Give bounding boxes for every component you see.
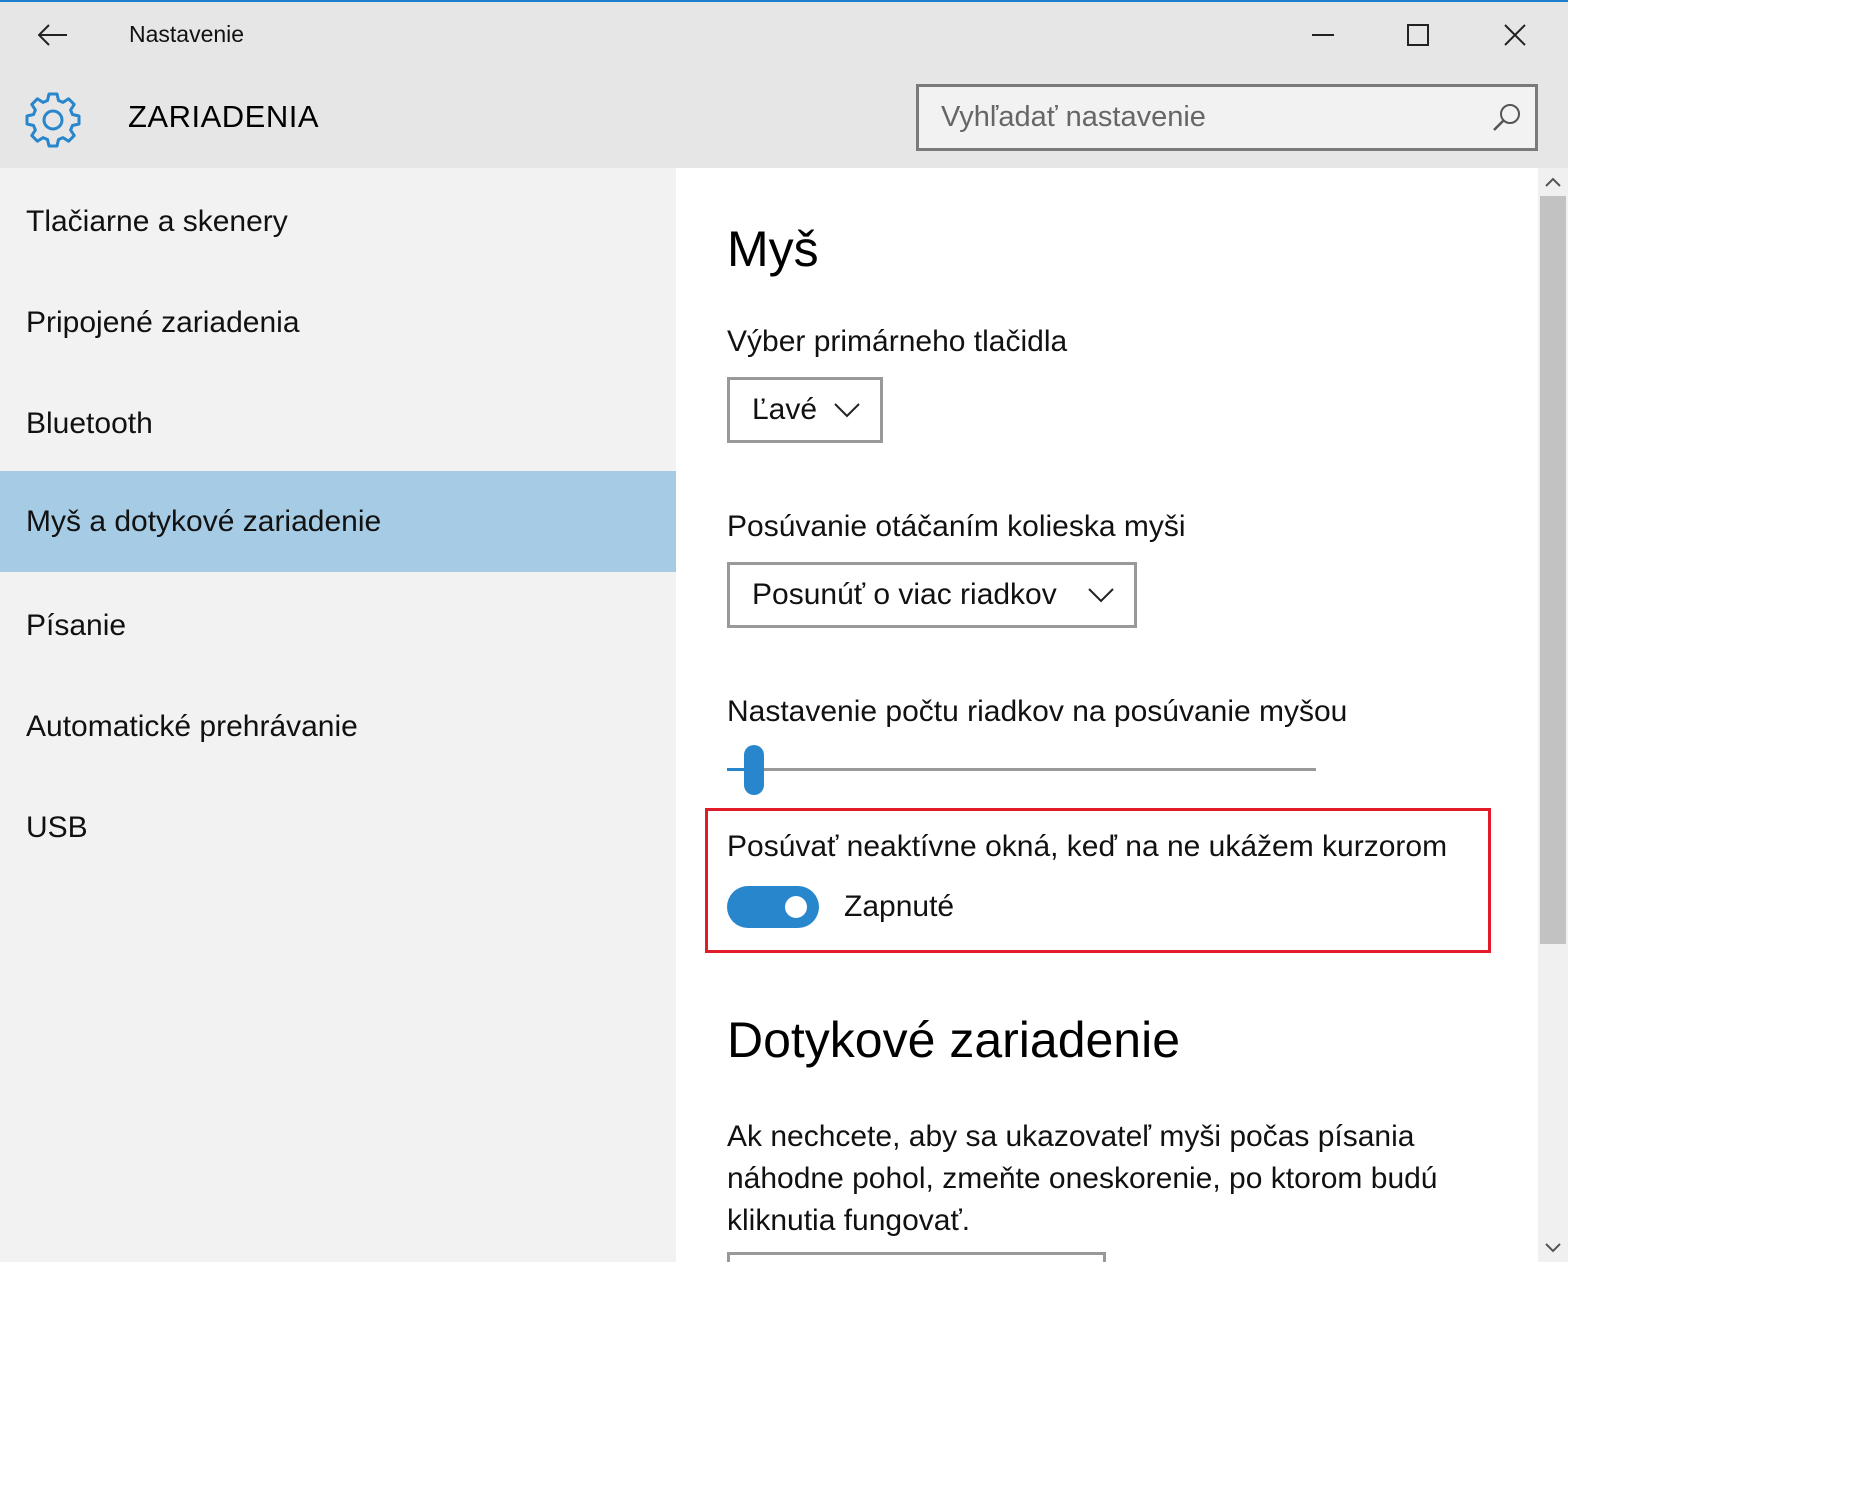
toggle-knob	[785, 896, 807, 918]
search-input[interactable]	[919, 86, 1483, 149]
sidebar-item-label: USB	[26, 810, 88, 844]
title-bar: Nastavenie	[0, 0, 1568, 70]
sidebar-item-label: Automatické prehrávanie	[26, 709, 358, 743]
inactive-scroll-toggle[interactable]	[727, 886, 819, 928]
chevron-down-icon	[1088, 588, 1114, 603]
sidebar-item-mouse-touchpad[interactable]: Myš a dotykové zariadenie	[0, 471, 676, 572]
touchpad-delay-dropdown[interactable]	[727, 1252, 1106, 1262]
minimize-button[interactable]	[1283, 10, 1363, 60]
scroll-mode-dropdown[interactable]: Posunúť o viac riadkov	[727, 562, 1137, 628]
sidebar-item-connected-devices[interactable]: Pripojené zariadenia	[0, 272, 676, 373]
search-box[interactable]	[916, 84, 1538, 151]
search-icon[interactable]	[1491, 102, 1523, 134]
touchpad-heading: Dotykové zariadenie	[727, 1012, 1181, 1068]
sidebar-item-label: Bluetooth	[26, 406, 153, 440]
chevron-down-icon	[834, 403, 860, 418]
primary-button-dropdown[interactable]: Ľavé	[727, 377, 883, 443]
lines-label: Nastavenie počtu riadkov na posúvanie my…	[727, 695, 1348, 728]
mouse-heading: Myš	[727, 221, 819, 277]
inactive-scroll-state: Zapnuté	[844, 890, 955, 923]
close-button[interactable]	[1475, 10, 1555, 60]
maximize-button[interactable]	[1378, 10, 1458, 60]
lines-slider-track[interactable]	[727, 768, 1316, 771]
primary-button-value: Ľavé	[752, 393, 818, 426]
app-title: Nastavenie	[129, 21, 245, 47]
scroll-mode-value: Posunúť o viac riadkov	[752, 578, 1057, 611]
scroll-mode-label: Posúvanie otáčaním kolieska myši	[727, 510, 1186, 543]
settings-window: Nastavenie ZARIADENIA Vyhľadať nastaveni…	[0, 0, 1568, 1262]
sidebar-item-autoplay[interactable]: Automatické prehrávanie	[0, 676, 676, 777]
close-icon	[1504, 24, 1526, 46]
touchpad-description: Ak nechcete, aby sa ukazovateľ myši poča…	[727, 1120, 1438, 1237]
sidebar-item-label: Pripojené zariadenia	[26, 305, 300, 339]
sidebar-item-typing[interactable]: Písanie	[0, 575, 676, 676]
main-content: Myš Výber primárneho tlačidla Ľavé Posúv…	[676, 168, 1538, 1262]
page-header: ZARIADENIA	[0, 70, 1568, 168]
inactive-scroll-label: Posúvať neaktívne okná, keď na ne ukážem…	[727, 830, 1448, 863]
sidebar-item-label: Písanie	[26, 608, 127, 642]
sidebar-item-label: Tlačiarne a skenery	[26, 204, 288, 238]
primary-button-label: Výber primárneho tlačidla	[727, 325, 1068, 358]
sidebar-item-usb[interactable]: USB	[0, 777, 676, 878]
back-button[interactable]	[22, 12, 84, 58]
scroll-down-icon[interactable]	[1543, 1240, 1563, 1256]
scrollbar-thumb[interactable]	[1540, 196, 1566, 944]
sidebar: Tlačiarne a skenery Pripojené zariadenia…	[0, 168, 676, 1262]
section-title: ZARIADENIA	[128, 99, 320, 134]
sidebar-item-bluetooth[interactable]: Bluetooth	[0, 373, 676, 474]
minimize-icon	[1312, 34, 1334, 36]
scroll-up-icon[interactable]	[1543, 174, 1563, 190]
gear-icon	[24, 90, 82, 148]
sidebar-item-printers[interactable]: Tlačiarne a skenery	[0, 171, 676, 272]
lines-slider-thumb[interactable]	[744, 745, 765, 795]
back-arrow-icon	[38, 24, 67, 46]
scrollbar[interactable]	[1538, 168, 1568, 1262]
sidebar-item-label: Myš a dotykové zariadenie	[26, 504, 382, 538]
maximize-icon	[1407, 24, 1429, 46]
